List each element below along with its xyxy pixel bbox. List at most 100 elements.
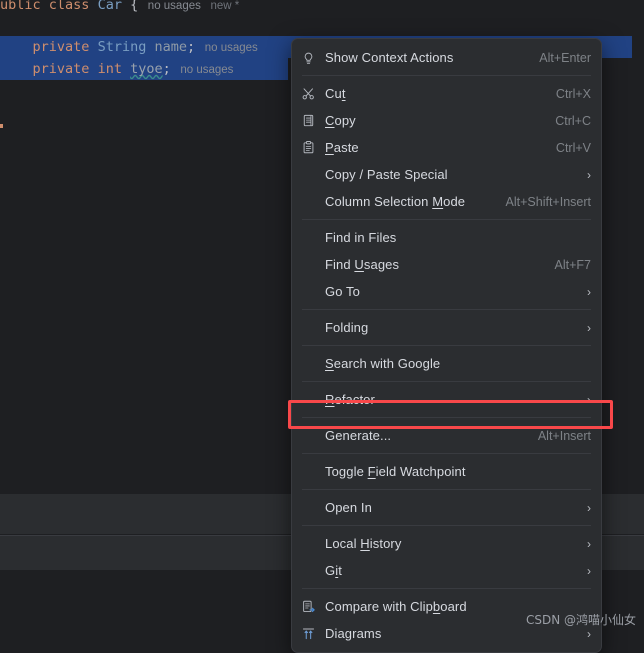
menu-item-git[interactable]: Git › [292,557,601,584]
menu-item-icon-slot [301,563,321,579]
code-line-class-declaration[interactable]: ublic class Car { no usages new * [0,0,644,16]
menu-item-icon-slot [301,257,321,273]
menu-item-label: Find in Files [325,230,397,245]
menu-item-find-in-files[interactable]: Find in Files [292,224,601,251]
menu-item-label: Show Context Actions [325,50,454,65]
inlay-hint[interactable]: no usages [138,0,201,12]
chevron-right-icon: › [587,284,591,299]
csdn-watermark: CSDN @鸿喵小仙女 [525,613,636,627]
scissors-icon [301,86,321,102]
menu-item-refactor[interactable]: Refactor › [292,386,601,413]
menu-item-label: Generate... [325,428,392,443]
menu-separator [302,489,591,490]
menu-item-label: Folding [325,320,369,335]
menu-item-label: Go To [325,284,360,299]
code-token: class [48,0,90,13]
compare-clipboard-icon [301,599,321,615]
chevron-right-icon: › [587,392,591,407]
menu-item-paste[interactable]: Paste Ctrl+V [292,134,601,161]
menu-item-label: Search with Google [325,356,441,371]
menu-item-shortcut: Alt+Insert [537,428,591,443]
menu-item-icon-slot [301,392,321,408]
menu-item-generate[interactable]: Generate... Alt+Insert [292,422,601,449]
menu-item-label: Open In [325,500,372,515]
chevron-right-icon: › [587,167,591,182]
menu-item-icon-slot [301,464,321,480]
menu-item-label: Git [325,563,342,578]
inlay-hint[interactable]: new * [201,0,239,12]
menu-item-label: Toggle Field Watchpoint [325,464,466,479]
menu-item-icon-slot [301,167,321,183]
menu-item-cut[interactable]: Cut Ctrl+X [292,80,601,107]
inlay-hint[interactable]: no usages [171,64,233,76]
code-token: private [32,39,90,55]
menu-item-shortcut: Ctrl+V [555,140,591,155]
menu-separator [302,525,591,526]
menu-separator [302,219,591,220]
lightbulb-icon [301,50,321,66]
menu-item-copy-paste-special[interactable]: Copy / Paste Special › [292,161,601,188]
menu-item-label: Copy [325,113,356,128]
menu-item-search-with-google[interactable]: Search with Google [292,350,601,377]
menu-separator [302,417,591,418]
menu-item-label: Paste [325,140,359,155]
menu-item-toggle-field-watchpoint[interactable]: Toggle Field Watchpoint [292,458,601,485]
menu-item-folding[interactable]: Folding › [292,314,601,341]
menu-item-go-to[interactable]: Go To › [292,278,601,305]
menu-item-icon-slot [301,230,321,246]
inlay-hint[interactable]: no usages [195,42,258,54]
chevron-right-icon: › [587,500,591,515]
menu-item-icon-slot [301,284,321,300]
menu-item-label: Refactor [325,392,375,407]
menu-item-icon-slot [301,194,321,210]
code-token: Car [97,0,122,13]
menu-separator [302,309,591,310]
menu-item-label: Local History [325,536,402,551]
menu-item-icon-slot [301,356,321,372]
code-token: int [97,61,122,77]
editor-scrollbar-gutter[interactable] [632,0,644,494]
menu-item-icon-slot [301,500,321,516]
menu-item-shortcut: Alt+Enter [539,50,591,65]
menu-item-shortcut: Ctrl+C [555,113,591,128]
menu-item-label: Column Selection Mode [325,194,466,209]
editor-context-menu[interactable]: Show Context Actions Alt+Enter Cut Ctrl+X Co… [291,38,602,653]
paste-icon [301,140,321,156]
copy-icon [301,113,321,129]
menu-item-icon-slot [301,536,321,552]
menu-item-open-in[interactable]: Open In › [292,494,601,521]
chevron-right-icon: › [587,563,591,578]
menu-separator [302,588,591,589]
code-token: { [121,0,139,13]
menu-item-column-selection-mode[interactable]: Column Selection Mode Alt+Shift+Insert [292,188,601,215]
code-token: String [97,39,147,55]
menu-item-shortcut: Ctrl+X [555,86,591,101]
ide-window: ublic class Car { no usages new * privat… [0,0,644,653]
menu-item-show-context-actions[interactable]: Show Context Actions Alt+Enter [292,44,601,71]
menu-item-label: Find Usages [325,257,400,272]
menu-item-icon-slot [301,320,321,336]
code-token: ; [162,61,171,77]
code-token: ublic [0,0,41,13]
code-token: name [154,39,187,55]
menu-item-copy[interactable]: Copy Ctrl+C [292,107,601,134]
menu-item-label: Cut [325,86,346,101]
menu-item-find-usages[interactable]: Find Usages Alt+F7 [292,251,601,278]
menu-item-local-history[interactable]: Local History › [292,530,601,557]
menu-separator [302,75,591,76]
menu-item-label: Copy / Paste Special [325,167,448,182]
menu-separator [302,381,591,382]
chevron-right-icon: › [587,320,591,335]
closing-brace-marker [0,124,3,128]
chevron-right-icon: › [587,536,591,551]
menu-separator [302,345,591,346]
code-token: tyoe [130,61,163,77]
menu-item-shortcut: Alt+F7 [554,257,591,272]
menu-item-shortcut: Alt+Shift+Insert [505,194,591,209]
